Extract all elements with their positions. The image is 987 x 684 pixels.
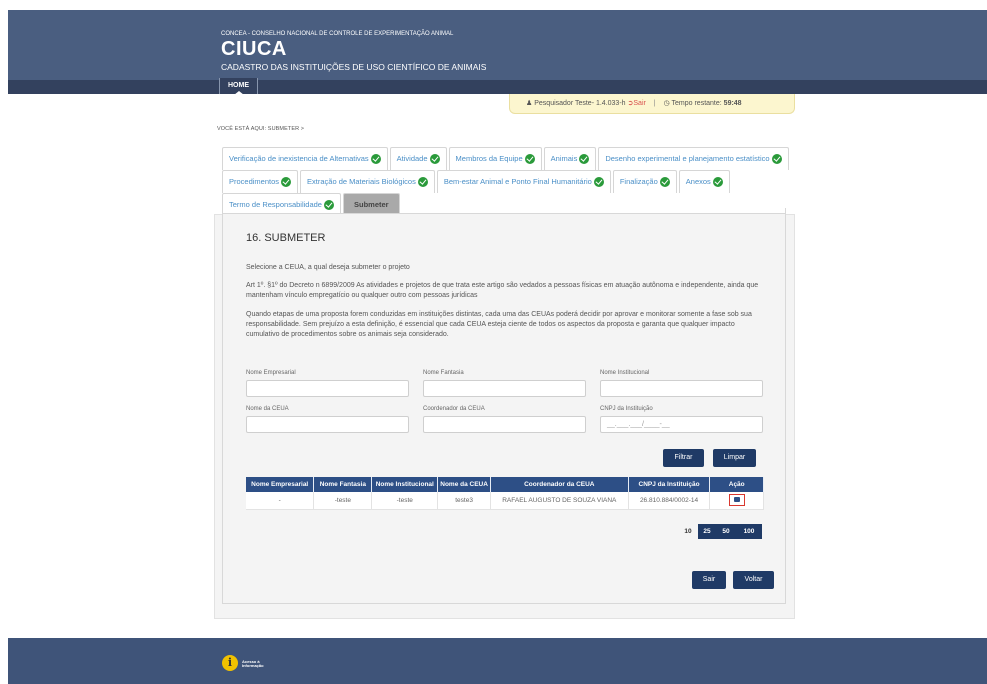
- timer-value: 59:48: [723, 100, 742, 107]
- nome-ceua-label: Nome da CEUA: [246, 406, 289, 412]
- tab-label: Extração de Materiais Biológicos: [307, 177, 416, 186]
- tab-label: Bem-estar Animal e Ponto Final Humanitár…: [443, 177, 592, 186]
- page-size-50[interactable]: 50: [716, 524, 736, 539]
- nav-home[interactable]: HOME: [219, 78, 258, 95]
- col-nome-institucional[interactable]: Nome Institucional: [371, 477, 439, 492]
- filtrar-button[interactable]: Filtrar: [663, 449, 704, 467]
- coordenador-ceua-input[interactable]: [423, 416, 586, 433]
- cnpj-input[interactable]: __.___.___/____-__: [600, 416, 763, 433]
- org-name: CONCEA - CONSELHO NACIONAL DE CONTROLE D…: [221, 31, 454, 37]
- tab-anexos[interactable]: Anexos: [678, 170, 730, 193]
- clock-icon: ◷: [663, 100, 670, 107]
- page-size-25[interactable]: 25: [698, 524, 716, 539]
- tab-label: Desenho experimental e planejamento esta…: [605, 154, 770, 163]
- ceua-results-table: Nome Empresarial Nome Fantasia Nome Inst…: [246, 477, 764, 510]
- main-navbar: [8, 80, 987, 94]
- tab-desenho[interactable]: Desenho experimental e planejamento esta…: [598, 147, 789, 170]
- cell-coordenador: RAFAEL AUGUSTO DE SOUZA VIANA: [490, 492, 629, 510]
- tab-label: Animais: [550, 154, 578, 163]
- nome-institucional-label: Nome Institucional: [600, 370, 650, 376]
- nome-fantasia-label: Nome Fantasia: [423, 370, 464, 376]
- page-size-100[interactable]: 100: [736, 524, 762, 539]
- tab-extracao[interactable]: Extração de Materiais Biológicos: [300, 170, 435, 193]
- tab-procedimentos[interactable]: Procedimentos: [222, 170, 299, 193]
- check-icon: [417, 177, 428, 187]
- decree-text: Art 1º. §1º do Decreto n 6899/2009 As at…: [246, 282, 759, 299]
- tab-label: Verificação de inexistencia de Alternati…: [229, 154, 369, 163]
- cell-nome-empresarial: -: [246, 492, 315, 510]
- col-coordenador[interactable]: Coordenador da CEUA: [490, 477, 629, 492]
- table-row: - -teste -teste teste3 RAFAEL AUGUSTO DE…: [246, 492, 764, 510]
- cell-cnpj: 26.810.884/0002-14: [628, 492, 711, 510]
- check-icon: [429, 154, 440, 164]
- nome-fantasia-input[interactable]: [423, 380, 586, 397]
- col-nome-empresarial[interactable]: Nome Empresarial: [246, 477, 315, 492]
- cell-nome-institucional: -teste: [371, 492, 439, 510]
- divider: [222, 213, 786, 214]
- divider: |: [653, 100, 656, 107]
- nome-ceua-input[interactable]: [246, 416, 409, 433]
- coordenador-ceua-label: Coordenador da CEUA: [423, 406, 485, 412]
- site-footer: [8, 638, 987, 684]
- tab-label: Procedimentos: [229, 177, 280, 186]
- user-session-bar: ♟ Pesquisador Teste- 1.4.033-h ➲Sair | ◷…: [509, 94, 795, 114]
- tab-finalizacao[interactable]: Finalização: [612, 170, 677, 193]
- tab-alternativas[interactable]: Verificação de inexistencia de Alternati…: [222, 147, 388, 170]
- brand-logo[interactable]: CIUCA: [221, 38, 287, 61]
- limpar-button[interactable]: Limpar: [713, 449, 756, 467]
- section-title: 16. SUBMETER: [246, 232, 326, 244]
- check-icon: [524, 154, 535, 164]
- site-header: CONCEA - CONSELHO NACIONAL DE CONTROLE D…: [8, 10, 987, 90]
- page-size-10[interactable]: 10: [678, 524, 698, 539]
- nome-empresarial-input[interactable]: [246, 380, 409, 397]
- cell-acao: [709, 492, 764, 510]
- col-acao: Ação: [709, 477, 764, 492]
- logo-line: Informação: [242, 663, 264, 668]
- check-icon: [712, 177, 723, 187]
- acesso-informacao-label[interactable]: Acesso à Informação: [242, 660, 264, 668]
- tab-membros[interactable]: Membros da Equipe: [448, 147, 542, 170]
- check-icon: [593, 177, 604, 187]
- intro-text: Selecione a CEUA, a qual deseja submeter…: [246, 264, 410, 271]
- voltar-button[interactable]: Voltar: [733, 571, 774, 589]
- col-cnpj[interactable]: CNPJ da Instituição: [628, 477, 711, 492]
- active-caret-icon: [234, 91, 244, 95]
- breadcrumb: VOCÊ ESTÁ AQUI: SUBMETER >: [217, 126, 305, 132]
- tab-label: Anexos: [685, 177, 711, 186]
- col-nome-ceua[interactable]: Nome da CEUA: [437, 477, 491, 492]
- select-ceua-button[interactable]: [728, 494, 745, 507]
- page-size-selector: 10 25 50 100: [678, 524, 762, 539]
- check-icon: [370, 154, 381, 164]
- site-subtitle: CADASTRO DAS INSTITUIÇÕES DE USO CIENTÍF…: [221, 62, 487, 72]
- divider: [785, 208, 786, 216]
- user-name: Pesquisador Teste- 1.4.033-h: [534, 100, 626, 107]
- tab-label: Atividade: [396, 154, 428, 163]
- nome-institucional-input[interactable]: [600, 380, 763, 397]
- logout-label: Sair: [633, 100, 646, 107]
- ceua-note-text: Quando etapas de uma proposta forem cond…: [246, 311, 752, 338]
- tab-label: Finalização: [619, 177, 658, 186]
- tab-label: Membros da Equipe: [455, 154, 523, 163]
- sair-button[interactable]: Sair: [692, 571, 726, 589]
- cnpj-label: CNPJ da Instituição: [600, 406, 653, 412]
- user-icon: ♟: [526, 100, 533, 107]
- cell-nome-ceua: teste3: [437, 492, 491, 510]
- table-header-row: Nome Empresarial Nome Fantasia Nome Inst…: [246, 477, 764, 492]
- check-icon: [771, 154, 782, 164]
- timer-label: Tempo restante:: [671, 100, 722, 107]
- logout-link[interactable]: ➲Sair: [628, 100, 646, 107]
- tab-animais[interactable]: Animais: [543, 147, 597, 170]
- check-icon: [323, 200, 334, 210]
- check-icon: [659, 177, 670, 187]
- nav-home-label: HOME: [228, 82, 249, 89]
- acesso-informacao-logo[interactable]: i: [222, 655, 238, 671]
- nome-empresarial-label: Nome Empresarial: [246, 370, 296, 376]
- check-icon: [281, 177, 292, 187]
- tab-bem-estar[interactable]: Bem-estar Animal e Ponto Final Humanitár…: [436, 170, 611, 193]
- cell-nome-fantasia: -teste: [313, 492, 373, 510]
- select-icon: [733, 497, 740, 503]
- check-icon: [579, 154, 590, 164]
- col-nome-fantasia[interactable]: Nome Fantasia: [313, 477, 373, 492]
- tab-atividade[interactable]: Atividade: [389, 147, 447, 170]
